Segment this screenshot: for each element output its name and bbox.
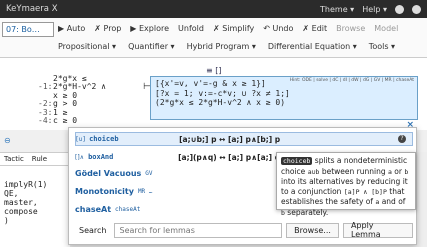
undo-button[interactable]: ↶ Undo: [263, 24, 293, 33]
antecedent-row[interactable]: -4:c ≥ 0: [38, 116, 106, 125]
lemma-name[interactable]: chaseAt: [75, 205, 111, 214]
tactic-panel: Tactic Rule implyR(1) QE, master, compos…: [0, 152, 70, 247]
tab-rule[interactable]: Rule: [32, 155, 47, 163]
succedent-line[interactable]: (2*g*x ≤ 2*g*H-v^2 ∧ x ≥ 0): [155, 98, 413, 108]
edit-button[interactable]: ✗ Edit: [302, 24, 327, 33]
differential-equation-menu[interactable]: Differential Equation ▾: [268, 42, 357, 51]
lemma-chip: choiceb: [281, 157, 313, 165]
succedent-formula[interactable]: Hint: ODE | solve | dC | dI | dW | dG | …: [150, 76, 418, 120]
settings-icon[interactable]: [395, 4, 404, 14]
browse-lemmas-button[interactable]: Browse...: [286, 222, 339, 238]
lemma-row-choiceb[interactable]: [∪] choiceb [a;∪b;] p ↔ [a;] p∧[b;] p ?: [75, 132, 413, 146]
top-bar: KeYmaera X Theme ▾ Help ▾: [0, 0, 427, 18]
lemma-name[interactable]: Monotonicity: [75, 187, 134, 196]
lemma-code: GV: [145, 169, 153, 177]
apply-lemma-button[interactable]: Apply Lemma: [342, 221, 413, 239]
prop-button[interactable]: ✗ Prop: [94, 24, 121, 33]
app-brand[interactable]: KeYmaera X: [6, 4, 58, 14]
hybrid-program-menu[interactable]: Hybrid Program ▾: [187, 42, 256, 51]
sequent-menu-icon[interactable]: ≡ []: [206, 66, 222, 75]
antecedent: 2*g*x ≤ -1:2*g*H-v^2 ∧ x ≥ 0 -2:g > 0 -3…: [38, 74, 106, 125]
lemma-name[interactable]: choiceb: [89, 135, 179, 143]
quantifier-menu[interactable]: Quantifier ▾: [128, 42, 175, 51]
lemma-code: MR …: [137, 187, 153, 195]
explore-button[interactable]: ▶ Explore: [130, 24, 169, 33]
lemma-name[interactable]: boxAnd: [88, 153, 178, 161]
rule-kind: [∪]: [76, 135, 86, 143]
unfold-button[interactable]: Unfold: [178, 24, 204, 33]
help-menu[interactable]: Help ▾: [362, 5, 387, 14]
model-button[interactable]: Model: [374, 24, 398, 33]
lemma-formula: [a;∪b;] p ↔ [a;] p∧[b;] p: [179, 134, 281, 144]
lemma-name[interactable]: Gödel Vacuous: [75, 169, 141, 178]
succedent-line[interactable]: [?x = 1; v:=-c*v; ∪ ?x ≠ 1;]: [155, 89, 413, 99]
lemma-code: chaseAt: [115, 205, 141, 213]
simplify-button[interactable]: ✗ Simplify: [213, 24, 254, 33]
tools-menu[interactable]: Tools ▾: [369, 42, 395, 51]
power-icon[interactable]: [412, 4, 421, 14]
collapse-icon[interactable]: ⊖: [4, 136, 11, 145]
help-icon[interactable]: ?: [398, 135, 406, 143]
rule-kind: []∧: [75, 153, 85, 161]
lemma-search-bar: Search Browse... Apply Lemma: [75, 221, 413, 239]
theme-menu[interactable]: Theme ▾: [320, 5, 354, 14]
browse-button[interactable]: Browse: [336, 24, 365, 33]
propositional-menu[interactable]: Propositional ▾: [58, 42, 116, 51]
auto-button[interactable]: ▶ Auto: [58, 24, 85, 33]
lemma-tooltip: choiceb splits a nondeterministic choice…: [276, 152, 416, 217]
tactic-hint[interactable]: Hint: ODE | solve | dC | dI | dW | dG | …: [290, 76, 414, 86]
close-icon[interactable]: ×: [406, 120, 414, 130]
lemma-formula: [a;](p∧q) ↔ [a;] p∧[a;] q: [178, 152, 281, 162]
search-label: Search: [79, 225, 107, 235]
proof-toolbar: 07: Bo… ▶ Auto ✗ Prop ▶ Explore Unfold ✗…: [0, 18, 427, 58]
tactic-editor[interactable]: implyR(1) QE, master, compose ): [0, 166, 70, 239]
tab-tactic[interactable]: Tactic: [4, 155, 24, 163]
proof-tab[interactable]: 07: Bo…: [2, 22, 54, 37]
lemma-search-input[interactable]: [114, 222, 283, 238]
